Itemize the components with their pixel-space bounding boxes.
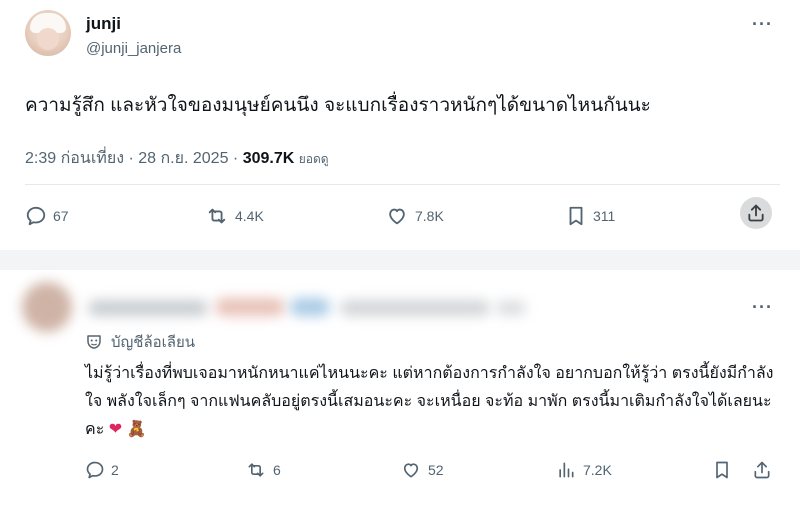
parody-label-row: บัญชีล้อเลียน: [85, 330, 195, 354]
reply-bookmark-button[interactable]: [712, 460, 732, 480]
reply-button[interactable]: 67: [25, 205, 69, 227]
author-name[interactable]: junji: [86, 14, 121, 34]
retweet-button[interactable]: 4.4K: [205, 205, 264, 227]
reply-more-icon[interactable]: ···: [752, 297, 773, 318]
timestamp[interactable]: 2:39 ก่อนเที่ยง · 28 ก.ย. 2025 ·: [25, 150, 243, 167]
reply-reply-count: 2: [111, 462, 119, 478]
heart-icon: [403, 463, 419, 478]
retweet-count: 4.4K: [235, 208, 264, 224]
reply-emojis: ❤ 🧸: [108, 421, 147, 438]
main-tweet: junji @junji_janjera ··· ความรู้สึก และห…: [0, 0, 800, 250]
reply-count: 67: [53, 208, 69, 224]
reply-retweet-count: 6: [273, 462, 281, 478]
bookmark-icon: [569, 206, 583, 226]
parody-mask-icon: [87, 335, 101, 349]
bookmark-button[interactable]: 311: [565, 205, 615, 227]
heart-icon: [389, 208, 405, 225]
reply-icon: [26, 206, 46, 226]
reply-icon: [86, 461, 104, 479]
reply-views-count: 7.2K: [583, 462, 612, 478]
share-button[interactable]: [740, 197, 772, 229]
tweet-text: ความรู้สึก และหัวใจของมนุษย์คนนึง จะแบกเ…: [25, 95, 651, 116]
reply-like-button[interactable]: 52: [400, 460, 444, 480]
reply-views-button[interactable]: 7.2K: [555, 460, 612, 480]
author-handle[interactable]: @junji_janjera: [86, 40, 181, 57]
reply-retweet-button[interactable]: 6: [245, 460, 281, 480]
retweet-icon: [208, 208, 226, 224]
reply-text: ไม่รู้ว่าเรื่องที่พบเจอมาหนักหนาแค่ไหนนะ…: [85, 360, 775, 444]
tweet-meta: 2:39 ก่อนเที่ยง · 28 ก.ย. 2025 · 309.7K …: [25, 146, 329, 171]
share-icon: [748, 204, 764, 222]
author-avatar[interactable]: [25, 10, 71, 56]
reply-author-name[interactable]: [88, 300, 208, 316]
like-button[interactable]: 7.8K: [385, 205, 444, 227]
more-icon[interactable]: ···: [752, 14, 773, 35]
reply-author-handle[interactable]: [340, 300, 490, 316]
reply-reply-button[interactable]: 2: [85, 460, 119, 480]
bookmark-count: 311: [593, 208, 616, 224]
divider: [25, 184, 780, 185]
share-icon: [754, 461, 770, 479]
views-icon: [559, 462, 574, 478]
reply-text-body: ไม่รู้ว่าเรื่องที่พบเจอมาหนักหนาแค่ไหนนะ…: [85, 365, 774, 438]
views-count: 309.7K: [242, 150, 295, 167]
reply-like-count: 52: [428, 462, 444, 478]
parody-label: บัญชีล้อเลียน: [111, 334, 196, 351]
like-count: 7.8K: [415, 208, 444, 224]
reply-name-emoji: [215, 298, 285, 316]
bookmark-icon: [716, 461, 728, 479]
reply-time[interactable]: [496, 301, 526, 315]
views-label: ยอดดู: [298, 152, 329, 166]
reply-share-button[interactable]: [752, 460, 772, 480]
reply-name-emoji-2: [290, 298, 330, 316]
reply-avatar[interactable]: [22, 282, 72, 332]
retweet-icon: [248, 463, 264, 477]
